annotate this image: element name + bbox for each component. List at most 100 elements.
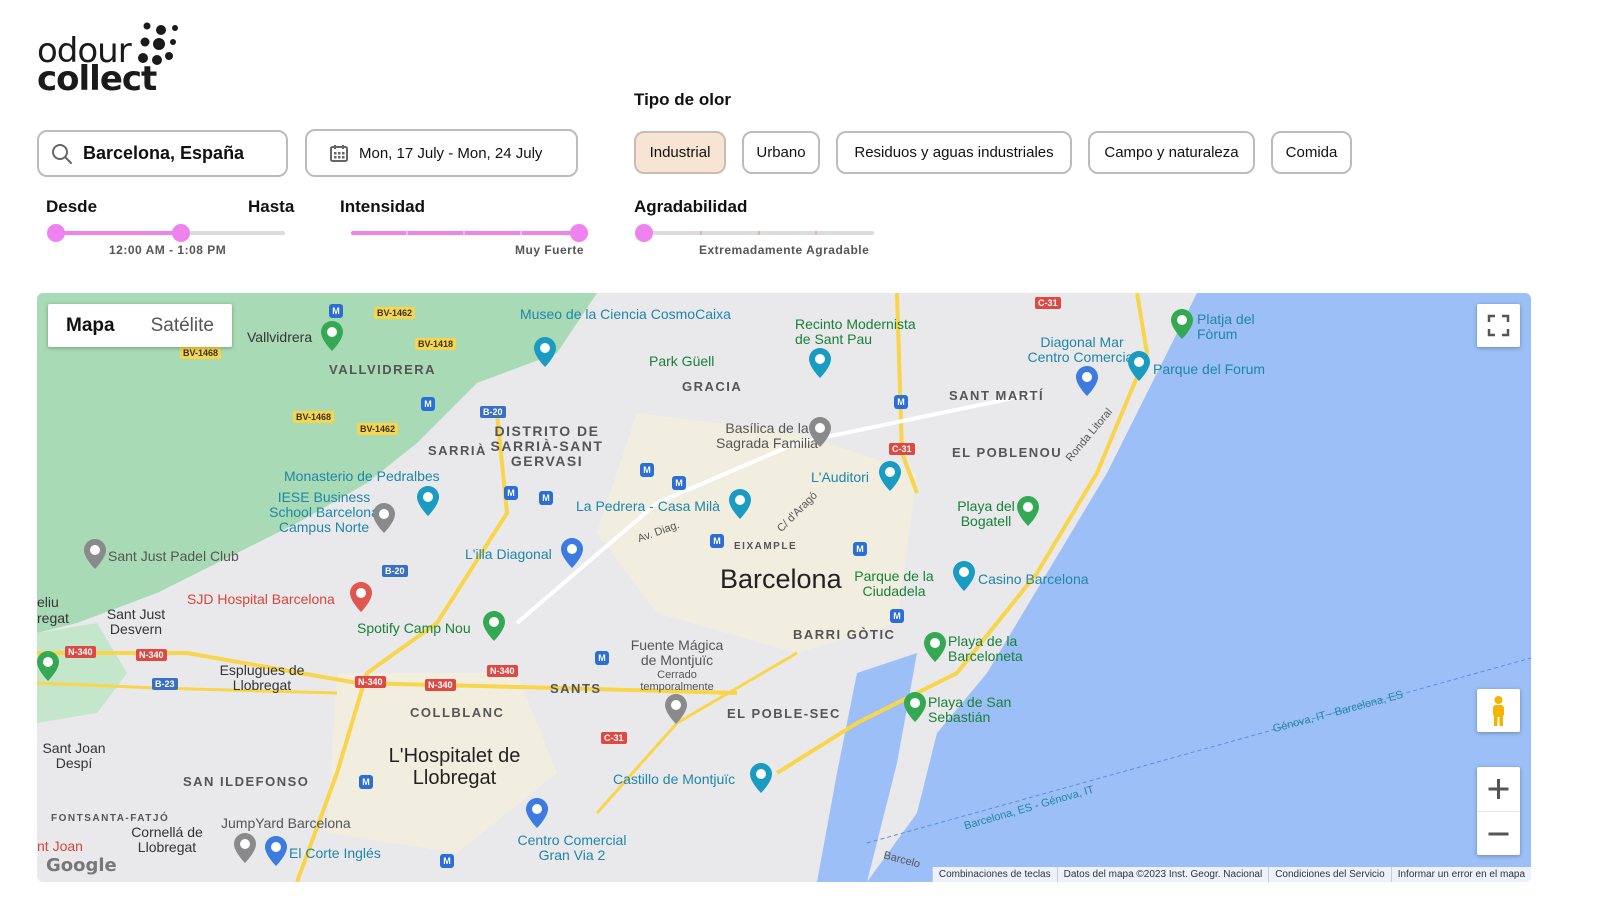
map-label-illa-diagonal[interactable]: L'illa Diagonal <box>465 547 552 562</box>
odour-collect-logo: odour collect <box>37 20 197 98</box>
terms-link[interactable]: Condiciones del Servicio <box>1268 867 1391 882</box>
street-view-button[interactable] <box>1477 689 1520 732</box>
shopping-pin-icon[interactable] <box>526 798 548 828</box>
chip-urbano[interactable]: Urbano <box>742 131 820 174</box>
camera-pin-icon[interactable] <box>750 763 772 793</box>
zoom-out-icon[interactable] <box>1477 811 1520 856</box>
map-label-sant-pau[interactable]: Recinto Modernista de Sant Pau <box>795 317 935 347</box>
landmark-pin-icon[interactable] <box>809 348 831 378</box>
map-label-jumpyard[interactable]: JumpYard Barcelona <box>221 816 351 831</box>
metro-station-icon[interactable]: M <box>440 854 454 868</box>
time-slider-start-thumb[interactable] <box>47 224 65 242</box>
metro-station-icon[interactable]: M <box>504 486 518 500</box>
map-label-cerrado: Cerrado temporalmente <box>640 669 714 693</box>
chip-comida[interactable]: Comida <box>1271 131 1352 174</box>
map-label-fuente-magica[interactable]: Fuente Mágica de Montjuïc <box>622 638 732 668</box>
map-label-diagonal-mar[interactable]: Diagonal Mar Centro Comercial <box>1022 335 1142 365</box>
date-range-field[interactable]: Mon, 17 July - Mon, 24 July <box>305 129 578 177</box>
beach-pin-icon[interactable] <box>1017 496 1039 526</box>
time-slider-fill <box>56 231 181 235</box>
metro-station-icon[interactable]: M <box>595 651 609 665</box>
metro-station-icon[interactable]: M <box>539 491 553 505</box>
shopping-pin-icon[interactable] <box>265 836 287 866</box>
map-label-sjd-hospital[interactable]: SJD Hospital Barcelona <box>187 592 335 607</box>
music-venue-pin-icon[interactable] <box>879 461 901 491</box>
map-label-platja-forum[interactable]: Platja del Fòrum <box>1197 312 1277 342</box>
map-label-iese[interactable]: IESE Business School Barcelona Campus No… <box>269 490 379 535</box>
map-label-castillo-montjuic[interactable]: Castillo de Montjuïc <box>613 772 735 787</box>
school-pin-icon[interactable] <box>373 503 395 533</box>
map-type-map-button[interactable]: Mapa <box>48 304 133 347</box>
intensity-slider-thumb[interactable] <box>570 224 588 242</box>
map-label-ciudadela[interactable]: Parque de la Ciudadela <box>849 569 939 599</box>
map-view[interactable]: Museo de la Ciencia CosmoCaixa Recinto M… <box>37 293 1531 882</box>
stadium-pin-icon[interactable] <box>483 611 505 641</box>
metro-station-icon[interactable]: M <box>710 534 724 548</box>
hospital-pin-icon[interactable] <box>350 582 372 612</box>
time-slider-end-thumb[interactable] <box>172 224 190 242</box>
fullscreen-button[interactable] <box>1477 304 1520 347</box>
map-type-control[interactable]: Mapa Satélite <box>48 304 232 347</box>
location-search-field[interactable]: Barcelona, España <box>37 130 288 177</box>
road-shield: N-340 <box>65 646 96 658</box>
road-shield: B-20 <box>382 565 408 577</box>
park-pin-icon[interactable] <box>1128 351 1150 381</box>
map-label-la-pedrera[interactable]: La Pedrera - Casa Milà <box>576 499 720 514</box>
metro-station-icon[interactable]: M <box>359 775 373 789</box>
map-label-gran-via-2[interactable]: Centro Comercial Gran Via 2 <box>507 833 637 863</box>
beach-pin-icon[interactable] <box>1171 309 1193 339</box>
map-label-camp-nou[interactable]: Spotify Camp Nou <box>357 621 471 636</box>
place-pin-icon[interactable] <box>665 694 687 724</box>
metro-station-icon[interactable]: M <box>672 476 686 490</box>
place-pin-icon[interactable] <box>234 833 256 863</box>
map-label-auditori[interactable]: L'Auditori <box>811 470 869 485</box>
map-type-satellite-button[interactable]: Satélite <box>133 304 232 347</box>
report-error-link[interactable]: Informar un error en el mapa <box>1390 867 1531 882</box>
metro-station-icon[interactable]: M <box>329 304 343 318</box>
road-shield: N-340 <box>425 679 456 691</box>
intensity-tick <box>463 231 465 235</box>
map-label-pedralbes[interactable]: Monasterio de Pedralbes <box>284 469 440 484</box>
metro-station-icon[interactable]: M <box>640 463 654 477</box>
map-label-barceloneta[interactable]: Playa de la Barceloneta <box>948 634 1048 664</box>
metro-station-icon[interactable]: M <box>853 542 867 556</box>
chip-industrial[interactable]: Industrial <box>634 131 726 174</box>
intensidad-label: Intensidad <box>340 197 426 216</box>
shopping-pin-icon[interactable] <box>561 538 583 568</box>
map-label-sant-just-padel[interactable]: Sant Just Padel Club <box>108 549 239 564</box>
pegman-icon <box>1493 696 1504 726</box>
search-input-value[interactable]: Barcelona, España <box>83 143 244 164</box>
map-label-sarria-sant-gervasi: DISTRITO DE SARRIÀ-SANT GERVASI <box>490 423 604 469</box>
zoom-in-icon[interactable] <box>1477 767 1520 811</box>
map-label-park-guell[interactable]: Park Güell <box>649 354 714 369</box>
map-label-barri-gotic: BARRI GÒTIC <box>793 627 896 642</box>
place-pin-icon[interactable] <box>84 539 106 569</box>
map-label-el-corte-ingles[interactable]: El Corte Inglés <box>289 846 381 861</box>
landmark-pin-icon[interactable] <box>729 489 751 519</box>
park-pin-icon[interactable] <box>37 651 59 681</box>
metro-station-icon[interactable]: M <box>894 395 908 409</box>
beach-pin-icon[interactable] <box>904 692 926 722</box>
map-label-parque-forum[interactable]: Parque del Forum <box>1153 362 1265 377</box>
museum-pin-icon[interactable] <box>534 337 556 367</box>
casino-pin-icon[interactable] <box>953 561 975 591</box>
keyboard-shortcuts-link[interactable]: Combinaciones de teclas <box>931 867 1057 882</box>
chip-residuos[interactable]: Residuos y aguas industriales <box>836 131 1072 174</box>
map-label-casino[interactable]: Casino Barcelona <box>978 572 1089 587</box>
beach-pin-icon[interactable] <box>924 632 946 662</box>
shopping-pin-icon[interactable] <box>1076 366 1098 396</box>
map-label-bogatell[interactable]: Playa del Bogatell <box>951 499 1021 529</box>
map-label-cosmocaixa[interactable]: Museo de la Ciencia CosmoCaixa <box>520 307 731 322</box>
map-data-attribution: Datos del mapa ©2023 Inst. Geogr. Nacion… <box>1056 867 1269 882</box>
museum-pin-icon[interactable] <box>417 486 439 516</box>
map-label-san-sebastian[interactable]: Playa de San Sebastián <box>928 695 1028 725</box>
zoom-control[interactable] <box>1477 767 1520 855</box>
chip-campo[interactable]: Campo y naturaleza <box>1088 131 1255 174</box>
map-label-sagrada-familia[interactable]: Basílica de la Sagrada Familia <box>712 421 822 451</box>
pleasantness-slider-thumb[interactable] <box>635 224 653 242</box>
church-pin-icon[interactable] <box>809 417 831 447</box>
metro-station-icon[interactable]: M <box>890 609 904 623</box>
metro-station-icon[interactable]: M <box>421 397 435 411</box>
road-shield: N-340 <box>355 676 386 688</box>
nature-pin-icon[interactable] <box>321 321 343 351</box>
